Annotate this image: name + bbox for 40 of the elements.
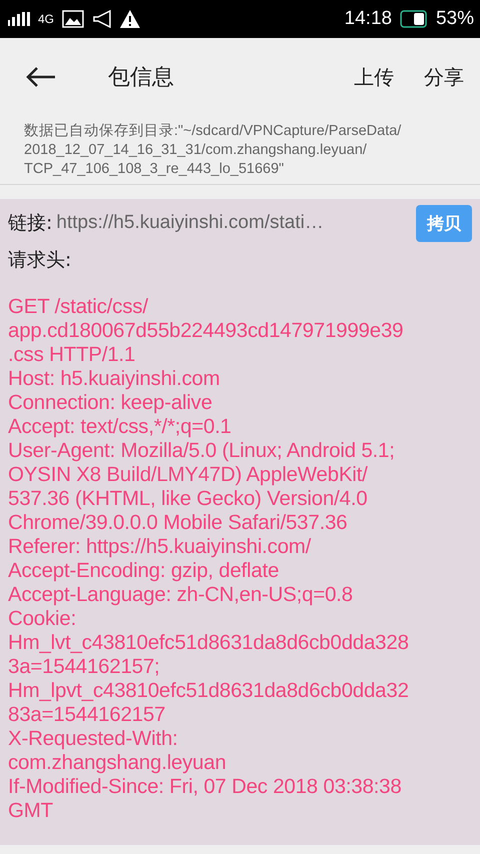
header-line: Accept: text/css,*/*;q=0.1 [8,415,232,439]
header-line: Host: h5.kuaiyinshi.com [8,367,220,391]
link-url: https://h5.kuaiyinshi.com/stati… [56,212,324,234]
header-line: 83a=1544162157 [8,703,166,727]
save-path-line: 数据已自动保存到目录:"~/sdcard/VPNCapture/ParseData/ [24,122,402,141]
warning-icon [120,10,140,28]
toolbar-action[interactable]: 分享 [424,58,464,96]
link-label: 链接: [8,211,52,236]
save-path-line: 2018_12_07_14_16_31_31/com.zhangshang.leyuan/ [24,141,368,160]
image-icon [62,10,84,28]
header-line: .css HTTP/1.1 [8,343,136,367]
header-line: Accept-Language: zh-CN,en-US;q=0.8 [8,583,353,607]
header-line: Cookie: [8,607,76,631]
header-line: OYSIN X8 Build/LMY47D) AppleWebKit/ [8,463,368,487]
header-line: com.zhangshang.leyuan [8,751,226,775]
clock-time: 14:18 [344,8,392,30]
back-arrow-icon[interactable] [26,67,56,87]
speaker-icon [92,10,112,28]
header-line: User-Agent: Mozilla/5.0 (Linux; Android 5.1; [8,439,395,463]
battery-icon [400,10,428,28]
header-line: GMT [8,799,53,823]
header-line: GET /static/css/ [8,295,148,319]
header-line: app.cd180067d55b224493cd147971999e39 [8,319,404,343]
header-line: Hm_lvt_c43810efc51d8631da8d6cb0dda328 [8,631,409,655]
headers-label: 请求头: [8,248,72,273]
header-line: Chrome/39.0.0.0 Mobile Safari/537.36 [8,511,348,535]
header-line: 537.36 (KHTML, like Gecko) Version/4.0 [8,487,368,511]
save-path-line: TCP_47_106_108_3_re_443_lo_51669" [24,160,285,179]
header-line: 3a=1544162157; [8,655,160,679]
toolbar-action[interactable]: 上传 [354,58,394,96]
header-line: If-Modified-Since: Fri, 07 Dec 2018 03:38:38 [8,775,402,799]
header-line: Hm_lpvt_c43810efc51d8631da8d6cb0dda32 [8,679,409,703]
page-title: 包信息 [108,64,174,92]
network-type: 4G [38,13,54,25]
battery-percent: 53% [436,8,474,30]
header-line: Connection: keep-alive [8,391,212,415]
signal-icon [8,12,30,26]
header-line: Accept-Encoding: gzip, deflate [8,559,279,583]
header-line: Referer: https://h5.kuaiyinshi.com/ [8,535,311,559]
header-line: X-Requested-With: [8,727,178,751]
